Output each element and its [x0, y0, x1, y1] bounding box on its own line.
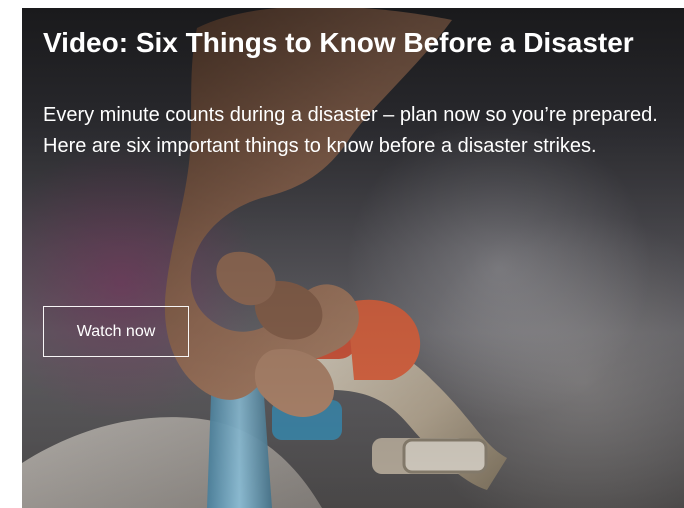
feature-title: Video: Six Things to Know Before a Disas… — [43, 27, 634, 58]
feature-summary: Every minute counts during a disaster – … — [43, 104, 658, 157]
watch-now-button[interactable]: Watch now — [43, 306, 189, 357]
feature-copy: Video: Six Things to Know Before a Disas… — [43, 27, 673, 162]
video-feature-card: Video: Six Things to Know Before a Disas… — [22, 8, 684, 508]
